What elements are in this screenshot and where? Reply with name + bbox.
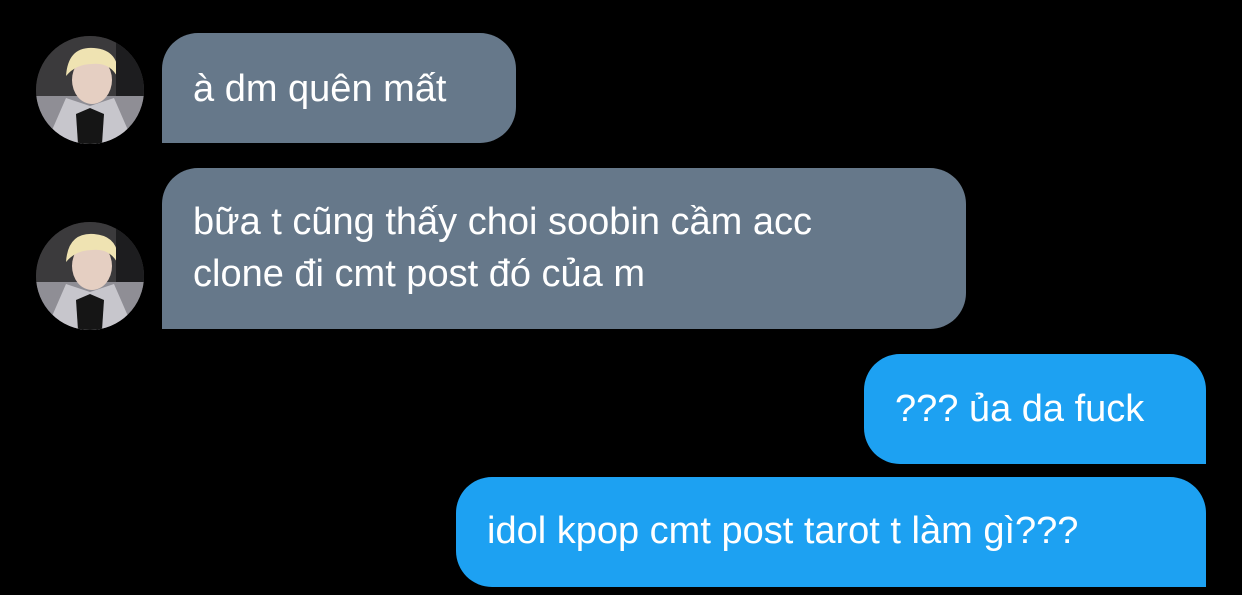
- sent-message-bubble[interactable]: idol kpop cmt post tarot t làm gì???: [456, 477, 1206, 587]
- contact-avatar[interactable]: [36, 222, 144, 330]
- message-text: ??? ủa da fuck: [895, 388, 1145, 430]
- sent-message-bubble[interactable]: ??? ủa da fuck: [864, 354, 1206, 464]
- message-text-line: bữa t cũng thấy choi soobin cầm acc: [193, 201, 813, 243]
- message-thread: à dm quên mất bữa t cũng thấy choi soobi…: [0, 0, 1242, 595]
- message-text: à dm quên mất: [193, 68, 447, 110]
- received-message-bubble[interactable]: bữa t cũng thấy choi soobin cầm acc clon…: [162, 168, 966, 329]
- received-message-bubble[interactable]: à dm quên mất: [162, 33, 516, 143]
- person-photo-icon: [36, 222, 144, 330]
- message-text-line: clone đi cmt post đó của m: [193, 253, 645, 295]
- person-photo-icon: [36, 36, 144, 144]
- message-text: idol kpop cmt post tarot t làm gì???: [487, 510, 1079, 552]
- contact-avatar[interactable]: [36, 36, 144, 144]
